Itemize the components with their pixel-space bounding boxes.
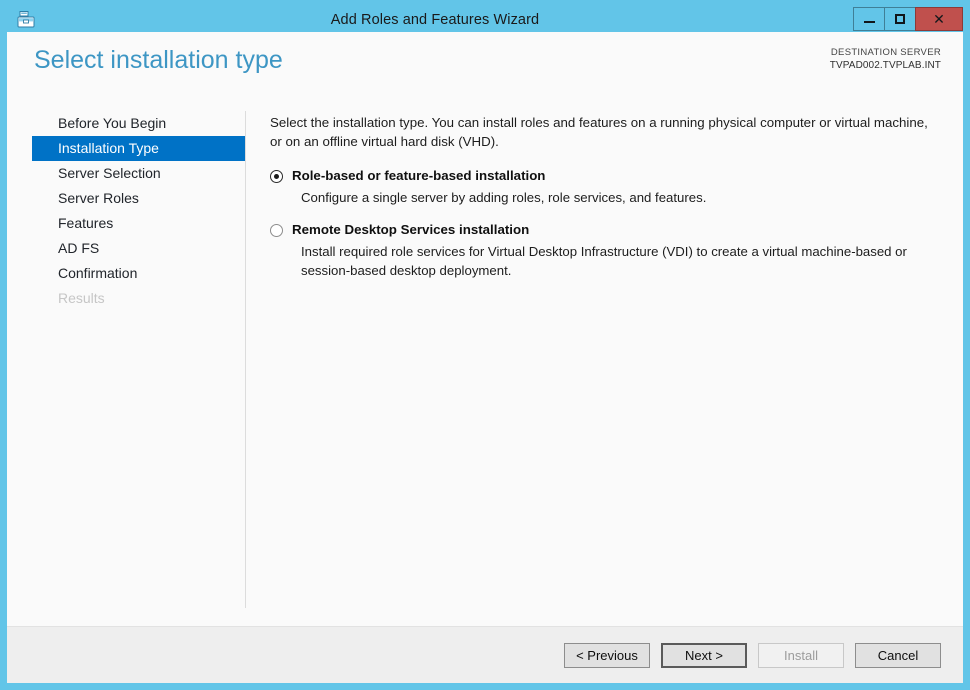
install-button: Install xyxy=(758,642,844,668)
sidebar-item-installation-type[interactable]: Installation Type xyxy=(32,136,246,161)
sidebar-item-results: Results xyxy=(58,290,105,306)
destination-server-value: TVPAD002.TVPLAB.INT xyxy=(829,60,941,71)
sidebar-item-server-roles[interactable]: Server Roles xyxy=(32,186,246,211)
maximize-button[interactable] xyxy=(884,7,915,31)
option-remote-desktop-services[interactable]: Remote Desktop Services installation Ins… xyxy=(270,221,941,280)
content-pane: Select the installation type. You can in… xyxy=(246,99,963,626)
radio-remote-desktop-services-icon[interactable] xyxy=(270,224,283,237)
option-remote-desktop-services-label: Remote Desktop Services installation xyxy=(292,222,530,237)
next-button[interactable]: Next > xyxy=(661,642,747,668)
option-role-based-label: Role-based or feature-based installation xyxy=(292,168,546,183)
sidebar-item-features[interactable]: Features xyxy=(32,211,246,236)
body-area: Before You Begin Installation Type Serve… xyxy=(7,99,963,626)
close-button[interactable]: ✕ xyxy=(915,7,963,31)
sidebar-item-confirmation[interactable]: Confirmation xyxy=(32,261,246,286)
minimize-icon xyxy=(863,21,875,23)
cancel-button[interactable]: Cancel xyxy=(855,642,941,668)
page-header: Select installation type DESTINATION SER… xyxy=(7,32,963,99)
title-bar: Add Roles and Features Wizard ✕ xyxy=(7,7,963,32)
footer-button-bar: < Previous Next > Install Cancel xyxy=(7,626,963,683)
option-role-based-description: Configure a single server by adding role… xyxy=(301,190,707,205)
wizard-navigation: Before You Begin Installation Type Serve… xyxy=(7,99,246,626)
option-remote-desktop-services-description: Install required role services for Virtu… xyxy=(301,244,907,278)
destination-server-label: DESTINATION SERVER xyxy=(830,47,941,58)
sidebar-item-ad-fs[interactable]: AD FS xyxy=(32,236,246,261)
sidebar-item-before-you-begin[interactable]: Before You Begin xyxy=(32,111,246,136)
toolbox-icon xyxy=(16,10,36,30)
option-role-based[interactable]: Role-based or feature-based installation… xyxy=(270,167,941,207)
window-title: Add Roles and Features Wizard xyxy=(330,11,540,28)
window-controls: ✕ xyxy=(853,7,963,32)
page-title: Select installation type xyxy=(34,46,283,74)
minimize-button[interactable] xyxy=(853,7,884,31)
destination-server-block: DESTINATION SERVER TVPAD002.TVPLAB.INT xyxy=(830,46,941,72)
maximize-icon xyxy=(895,14,905,24)
instruction-text: Select the installation type. You can in… xyxy=(270,115,928,149)
sidebar-item-server-selection[interactable]: Server Selection xyxy=(32,161,246,186)
radio-role-based-icon[interactable] xyxy=(270,170,283,183)
close-icon: ✕ xyxy=(933,11,945,27)
wizard-window: Add Roles and Features Wizard ✕ Select i… xyxy=(0,0,970,690)
previous-button[interactable]: < Previous xyxy=(564,642,650,668)
